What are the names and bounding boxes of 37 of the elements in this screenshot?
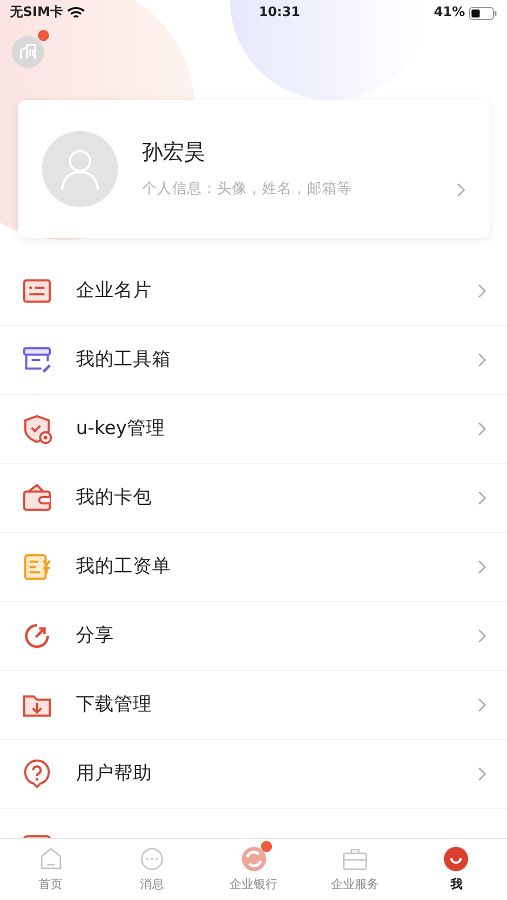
toolbox-icon (22, 345, 52, 375)
profile-subtitle: 个人信息：头像，姓名，邮箱等 (142, 180, 352, 199)
card-icon (22, 276, 52, 306)
profile-card[interactable]: 孙宏昊 个人信息：头像，姓名，邮箱等 (18, 100, 490, 238)
menu-item[interactable]: 我的工资单 (0, 533, 507, 602)
share-icon (22, 621, 52, 651)
chevron-icon (477, 421, 487, 437)
menu-item[interactable]: 下载管理 (0, 671, 507, 740)
menu-item[interactable]: u-key管理 (0, 395, 507, 464)
tab[interactable]: 首页 (0, 839, 102, 900)
tab[interactable]: 企业服务 (304, 839, 406, 900)
menu-item[interactable]: 企业名片 (0, 257, 507, 326)
help-icon (22, 759, 52, 789)
wallet-icon (22, 483, 52, 513)
chevron-icon (477, 352, 487, 368)
chevron-icon (477, 766, 487, 782)
menu-item[interactable]: 我的工具箱 (0, 326, 507, 395)
menu-item[interactable]: 用户帮助 (0, 740, 507, 809)
carrier-text: 无SIM卡 (10, 4, 64, 22)
clock-text: 10:31 (258, 4, 300, 22)
chevron-icon (477, 697, 487, 713)
tab[interactable]: 我 (406, 839, 507, 900)
tab[interactable]: 企业银行 (202, 839, 304, 900)
chevron-icon (477, 490, 487, 506)
payslip-icon (22, 552, 52, 582)
battery-icon (469, 6, 497, 20)
tab[interactable]: 消息 (101, 839, 203, 900)
battery-text: 41% (434, 4, 465, 22)
chevron-icon (456, 182, 466, 198)
chevron-icon (477, 628, 487, 644)
menu-item[interactable]: 我的卡包 (0, 464, 507, 533)
shield-icon (22, 414, 52, 444)
chevron-icon (477, 559, 487, 575)
user-name: 孙宏昊 (142, 139, 206, 166)
menu-item[interactable]: 分享 (0, 602, 507, 671)
wifi-icon (67, 6, 86, 20)
chevron-icon (477, 283, 487, 299)
